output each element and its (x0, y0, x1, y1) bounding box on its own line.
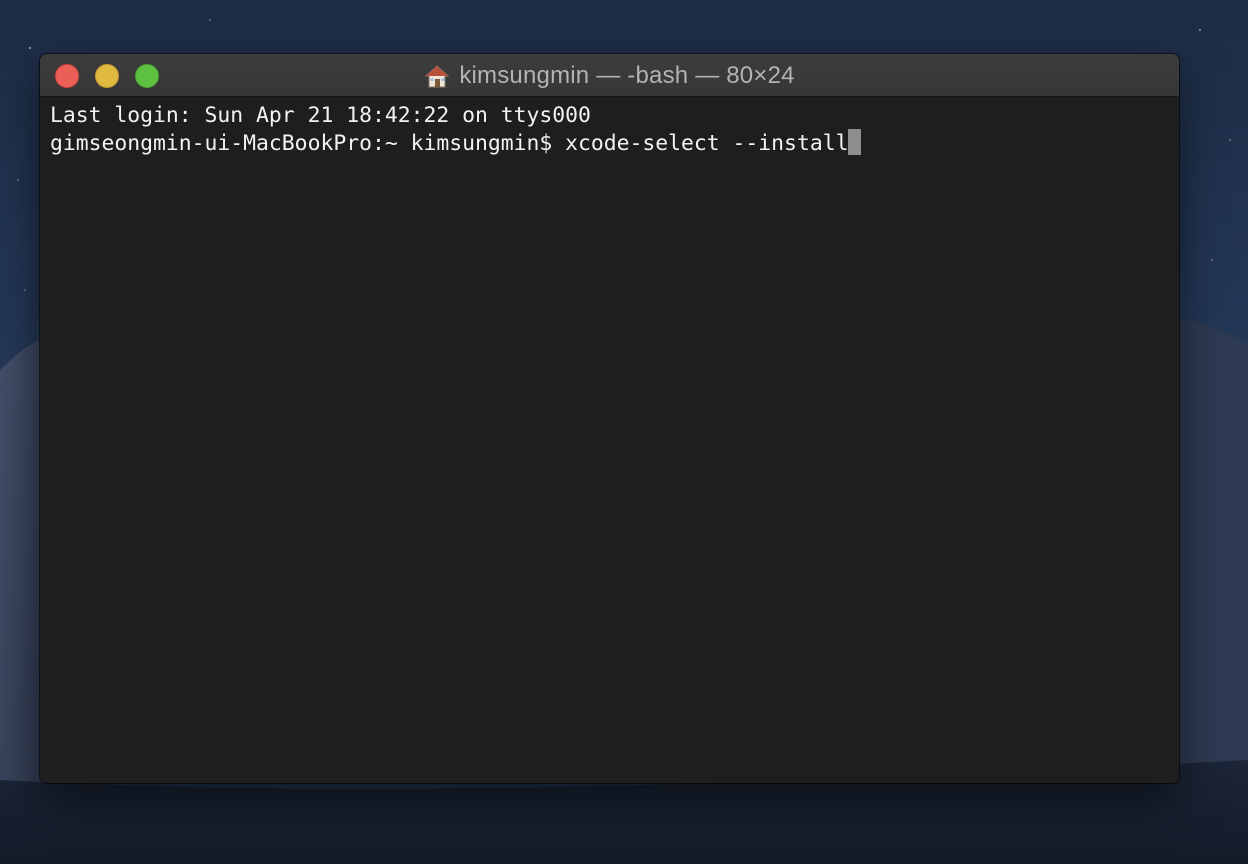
home-folder-icon (424, 63, 450, 89)
text-cursor (848, 129, 862, 155)
terminal-content[interactable]: Last login: Sun Apr 21 18:42:22 on ttys0… (40, 97, 1179, 783)
title-bar[interactable]: kimsungmin — -bash — 80×24 (40, 54, 1179, 97)
window-title-text: kimsungmin — -bash — 80×24 (459, 61, 795, 89)
window-title: kimsungmin — -bash — 80×24 (40, 54, 1179, 97)
terminal-window[interactable]: kimsungmin — -bash — 80×24 Last login: S… (40, 54, 1179, 783)
terminal-line: Last login: Sun Apr 21 18:42:22 on ttys0… (50, 103, 591, 128)
terminal-prompt-line[interactable]: gimseongmin-ui-MacBookPro:~ kimsungmin$ … (50, 129, 862, 159)
prompt-command-text: gimseongmin-ui-MacBookPro:~ kimsungmin$ … (50, 131, 849, 156)
